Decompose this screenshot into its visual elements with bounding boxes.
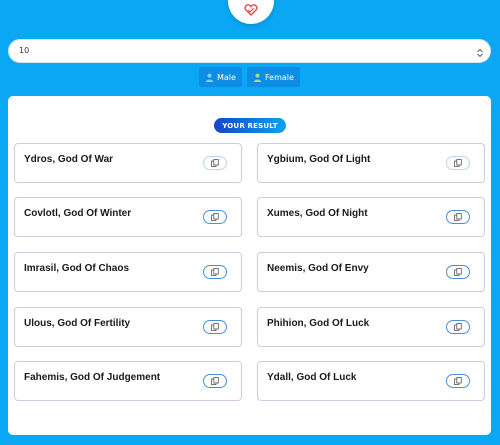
copy-icon xyxy=(211,323,219,331)
result-card: Ydros, God Of War xyxy=(14,143,242,183)
logo xyxy=(228,0,274,24)
heart-logo-icon xyxy=(244,4,258,16)
copy-icon xyxy=(454,377,462,385)
copy-icon xyxy=(454,159,462,167)
result-badge: YOUR RESULT xyxy=(214,118,286,133)
result-name: Ydros, God Of War xyxy=(24,154,114,165)
result-name: Covlotl, God Of Winter xyxy=(24,208,132,219)
female-button[interactable]: Female xyxy=(247,67,300,87)
result-card: Ydall, God Of Luck xyxy=(257,361,485,401)
result-name: Fahemis, God Of Judgement xyxy=(24,372,161,383)
copy-icon xyxy=(211,377,219,385)
result-name: Neemis, God Of Envy xyxy=(267,263,369,274)
copy-button[interactable] xyxy=(203,374,227,388)
result-name: Phihion, God Of Luck xyxy=(267,318,370,329)
person-icon xyxy=(253,73,262,82)
count-select-value: 10 xyxy=(19,46,30,55)
result-card: Covlotl, God Of Winter xyxy=(14,197,242,237)
result-panel: YOUR RESULT Ydros, God Of War Ygbium, Go… xyxy=(8,96,491,435)
result-name: Ulous, God Of Fertility xyxy=(24,318,131,329)
copy-button[interactable] xyxy=(446,374,470,388)
copy-button[interactable] xyxy=(446,156,470,170)
copy-icon xyxy=(454,268,462,276)
copy-button[interactable] xyxy=(446,320,470,334)
copy-button[interactable] xyxy=(203,156,227,170)
copy-icon xyxy=(454,323,462,331)
result-card: Ulous, God Of Fertility xyxy=(14,307,242,347)
copy-icon xyxy=(211,268,219,276)
result-card: Phihion, God Of Luck xyxy=(257,307,485,347)
result-card: Imrasil, God Of Chaos xyxy=(14,252,242,292)
result-card: Ygbium, God Of Light xyxy=(257,143,485,183)
chevron-up-down-icon xyxy=(477,49,483,57)
copy-button[interactable] xyxy=(203,210,227,224)
male-button[interactable]: Male xyxy=(199,67,242,87)
male-label: Male xyxy=(217,72,236,82)
female-label: Female xyxy=(265,72,294,82)
result-card: Neemis, God Of Envy xyxy=(257,252,485,292)
result-card: Fahemis, God Of Judgement xyxy=(14,361,242,401)
copy-button[interactable] xyxy=(446,265,470,279)
copy-icon xyxy=(211,159,219,167)
copy-icon xyxy=(454,213,462,221)
result-name: Imrasil, God Of Chaos xyxy=(24,263,130,274)
copy-button[interactable] xyxy=(203,320,227,334)
copy-icon xyxy=(211,213,219,221)
result-name: Xumes, God Of Night xyxy=(267,208,368,219)
result-name: Ygbium, God Of Light xyxy=(267,154,371,165)
result-name: Ydall, God Of Luck xyxy=(267,372,357,383)
person-icon xyxy=(205,73,214,82)
copy-button[interactable] xyxy=(446,210,470,224)
copy-button[interactable] xyxy=(203,265,227,279)
count-select[interactable]: 10 xyxy=(8,39,491,63)
result-card: Xumes, God Of Night xyxy=(257,197,485,237)
